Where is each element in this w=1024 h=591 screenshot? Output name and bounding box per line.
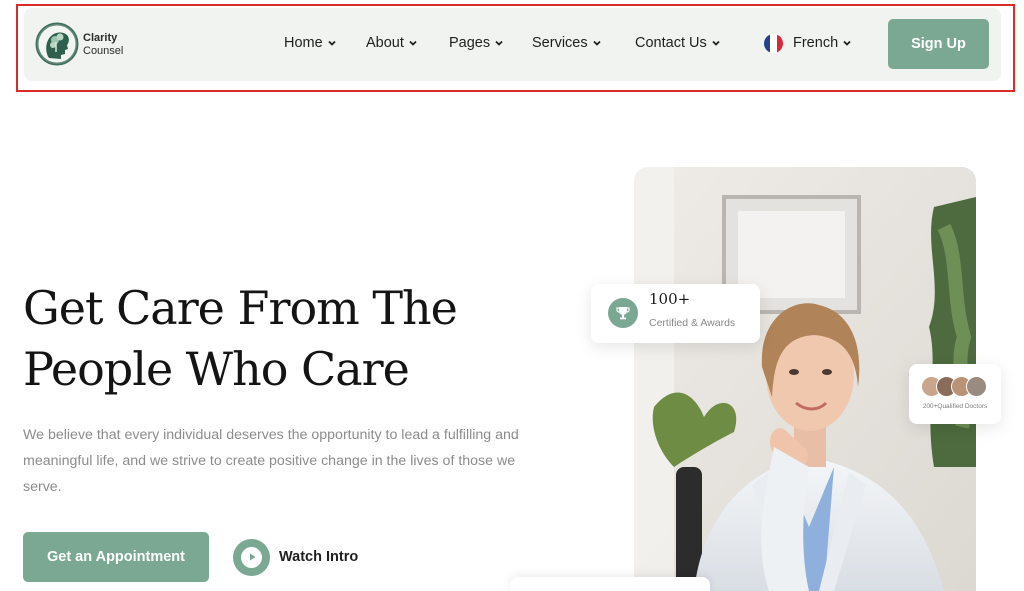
watch-intro-label: Watch Intro xyxy=(279,549,359,565)
watch-intro-button[interactable]: Watch Intro xyxy=(233,538,358,576)
awards-label: Certified & Awards xyxy=(649,317,736,329)
trophy-icon xyxy=(608,298,638,328)
get-appointment-button[interactable]: Get an Appointment xyxy=(23,532,209,582)
doctors-label: 200+Qualified Doctors xyxy=(922,403,988,410)
awards-value: 100+ xyxy=(649,290,691,308)
partial-card xyxy=(510,577,710,591)
avatar xyxy=(966,376,987,397)
play-icon xyxy=(233,538,270,576)
hero-subtitle: We believe that every individual deserve… xyxy=(23,427,519,495)
highlight-box xyxy=(16,4,1015,92)
hero-title: Get Care From The People Who Care xyxy=(23,278,543,400)
doctor-avatars xyxy=(921,376,991,398)
hero-title-line1: Get Care From The xyxy=(23,281,458,335)
awards-card: 100+ Certified & Awards xyxy=(591,284,760,343)
hero-title-line2: People Who Care xyxy=(23,342,410,396)
doctors-card: 200+Qualified Doctors xyxy=(909,364,1001,424)
